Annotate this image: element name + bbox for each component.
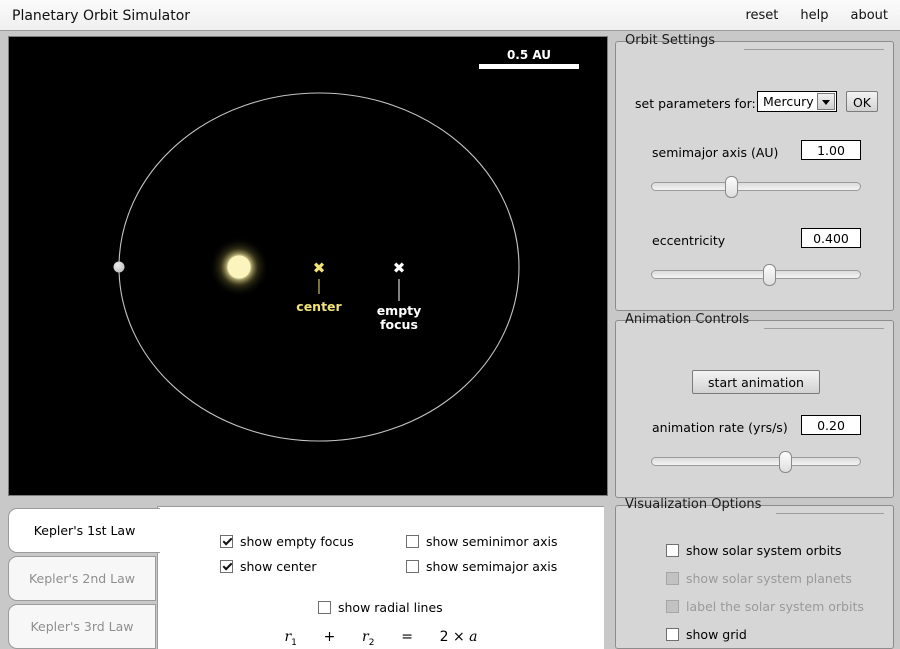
checkbox-label-solar-system-orbits: label the solar system orbits: [666, 599, 864, 614]
visualization-options-title-rule: [776, 513, 884, 514]
first-law-formula: r1 + r2 = 2 × a: [158, 629, 604, 648]
animation-rate-label: animation rate (yrs/s): [652, 420, 788, 435]
empty-focus-label-line2: focus: [380, 317, 418, 332]
animation-rate-slider-track: [651, 457, 861, 466]
empty-focus-label-line1: empty: [377, 303, 422, 318]
checkbox-show-empty-focus[interactable]: show empty focus: [220, 534, 354, 549]
formula-rhs-variable: a: [469, 629, 478, 645]
help-menu-item[interactable]: help: [800, 8, 828, 23]
orbit-settings-title-rule: [744, 49, 884, 50]
semimajor-axis-label: semimajor axis (AU): [652, 145, 779, 160]
tab-content-first-law: show empty focus show center show semini…: [157, 506, 604, 649]
chevron-down-icon[interactable]: [817, 93, 835, 110]
orbit-settings-title: Orbit Settings: [625, 33, 715, 48]
eccentricity-slider-thumb[interactable]: [762, 264, 776, 286]
center-label: center: [296, 299, 342, 314]
checkbox-label: show center: [240, 559, 317, 574]
checkbox-label: show solar system planets: [686, 571, 852, 586]
animation-controls-title-rule: [764, 328, 884, 329]
visualization-options-title: Visualization Options: [625, 497, 762, 512]
checkbox-box[interactable]: [666, 628, 679, 641]
checkbox-label: show grid: [686, 627, 747, 642]
formula-r1-sub: 1: [291, 637, 297, 648]
checkbox-box: [666, 600, 679, 613]
keplers-laws-tab-panel: show empty focus show center show semini…: [0, 498, 612, 649]
checkbox-box[interactable]: [666, 544, 679, 557]
ok-button[interactable]: OK: [846, 91, 878, 112]
checkbox-label: show radial lines: [338, 600, 443, 615]
animation-rate-value[interactable]: 0.20: [801, 415, 861, 435]
checkbox-show-semimajor-axis[interactable]: show semimajor axis: [406, 559, 557, 574]
checkbox-box[interactable]: [220, 560, 233, 573]
center-marker-icon: ✖: [313, 259, 326, 277]
set-parameters-label: set parameters for:: [635, 96, 756, 111]
animation-rate-slider-thumb[interactable]: [779, 451, 793, 473]
eccentricity-value[interactable]: 0.400: [801, 228, 861, 248]
tab-keplers-1st-law[interactable]: Kepler's 1st Law: [8, 508, 160, 553]
semimajor-axis-slider-track: [651, 182, 861, 191]
about-menu-item[interactable]: about: [850, 8, 888, 23]
checkbox-label: show seminimor axis: [426, 534, 558, 549]
tab-keplers-2nd-law[interactable]: Kepler's 2nd Law: [8, 556, 156, 601]
checkbox-label: show semimajor axis: [426, 559, 558, 574]
semimajor-axis-value[interactable]: 1.00: [801, 140, 861, 160]
visualization-options-panel: Visualization Options show solar system …: [615, 497, 894, 649]
checkbox-show-seminimor-axis[interactable]: show seminimor axis: [406, 534, 558, 549]
orbit-view[interactable]: ✖ center ✖ empty focus 0.5 AU: [8, 36, 608, 496]
checkbox-show-center[interactable]: show center: [220, 559, 317, 574]
formula-rhs-number: 2 ×: [439, 629, 470, 645]
scale-bar-label: 0.5 AU: [507, 48, 551, 62]
planet-select[interactable]: Mercury: [757, 91, 837, 112]
empty-focus-marker-icon: ✖: [393, 259, 406, 277]
checkbox-show-solar-system-orbits[interactable]: show solar system orbits: [666, 543, 841, 558]
checkbox-box[interactable]: [406, 535, 419, 548]
orbit-diagram: ✖ center ✖ empty focus 0.5 AU: [9, 37, 607, 495]
start-animation-button[interactable]: start animation: [692, 370, 820, 394]
animation-rate-slider[interactable]: [651, 451, 861, 473]
formula-r2-sub: 2: [368, 637, 375, 648]
checkbox-show-solar-system-planets: show solar system planets: [666, 571, 852, 586]
titlebar-menu: reset help about: [745, 8, 888, 23]
sun: [227, 255, 251, 279]
eccentricity-label: eccentricity: [652, 233, 726, 248]
formula-r2: r: [362, 629, 369, 645]
checkbox-box[interactable]: [318, 601, 331, 614]
animation-controls-panel: Animation Controls start animation anima…: [615, 312, 894, 498]
checkbox-label: show empty focus: [240, 534, 354, 549]
checkbox-box[interactable]: [406, 560, 419, 573]
title-bar: Planetary Orbit Simulator reset help abo…: [0, 0, 900, 31]
semimajor-axis-slider[interactable]: [651, 176, 861, 198]
formula-equals: =: [401, 629, 413, 645]
planet-select-value: Mercury: [763, 94, 814, 109]
checkbox-label: label the solar system orbits: [686, 599, 864, 614]
checkbox-show-radial-lines[interactable]: show radial lines: [318, 600, 443, 615]
orbit-settings-panel: Orbit Settings set parameters for: Mercu…: [615, 33, 894, 311]
eccentricity-slider[interactable]: [651, 264, 861, 286]
app-title: Planetary Orbit Simulator: [12, 8, 191, 24]
animation-controls-title: Animation Controls: [625, 312, 750, 327]
checkbox-show-grid[interactable]: show grid: [666, 627, 747, 642]
formula-plus: +: [323, 629, 336, 645]
checkbox-label: show solar system orbits: [686, 543, 842, 558]
scale-bar-line: [479, 64, 579, 69]
checkbox-box[interactable]: [220, 535, 233, 548]
checkbox-box: [666, 572, 679, 585]
semimajor-axis-slider-thumb[interactable]: [724, 176, 738, 198]
planet[interactable]: [113, 261, 125, 273]
reset-menu-item[interactable]: reset: [745, 8, 778, 23]
eccentricity-slider-track: [651, 270, 861, 279]
tab-keplers-3rd-law[interactable]: Kepler's 3rd Law: [8, 604, 156, 649]
canvas-background: [9, 37, 607, 495]
